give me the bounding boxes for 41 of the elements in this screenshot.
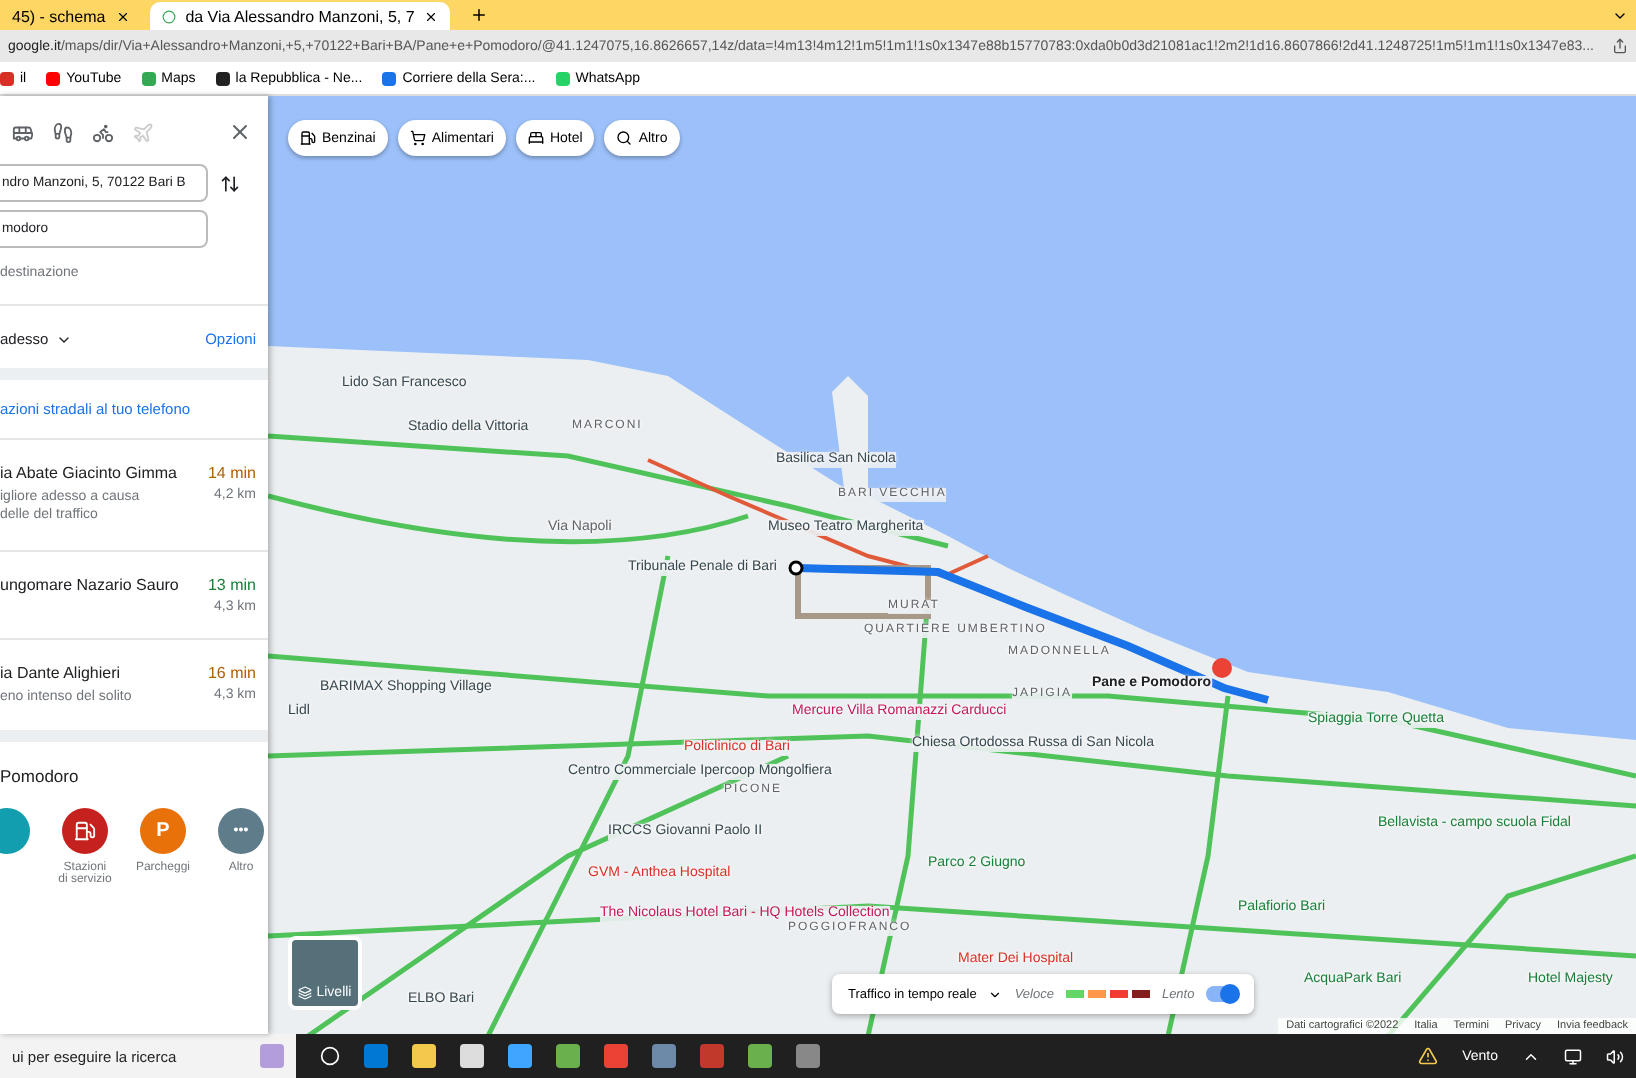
transit-icon[interactable]: [12, 121, 34, 143]
traffic-toggle[interactable]: [1206, 986, 1239, 1002]
close-icon[interactable]: [228, 120, 252, 144]
warning-icon: [1418, 1046, 1439, 1066]
chevron-down-icon[interactable]: [1612, 8, 1628, 24]
share-icon[interactable]: [1612, 38, 1628, 54]
layers-icon: [298, 986, 313, 1000]
route-time: 16 min: [207, 663, 256, 682]
close-icon[interactable]: [115, 9, 130, 23]
route-name[interactable]: ia Dante Alighieri: [0, 663, 121, 682]
bookmark-icon: [0, 71, 14, 85]
browser-tab[interactable]: da Via Alessandro Manzoni, 5, 7: [149, 2, 451, 30]
fuel-pump-icon: [73, 820, 96, 843]
monitor-icon[interactable]: [1564, 1047, 1582, 1065]
bookmark-icon: [46, 71, 61, 85]
parking-icon: P: [156, 820, 170, 843]
close-icon[interactable]: [424, 9, 439, 23]
traffic-scale-drawing: [1065, 990, 1150, 998]
nearby-title: Pomodoro: [0, 766, 81, 787]
route-time: 13 min: [207, 575, 256, 594]
walking-icon[interactable]: [52, 121, 74, 143]
browser-tab[interactable]: 45) - schema: [0, 2, 142, 30]
new-tab-icon[interactable]: [470, 6, 489, 24]
bookmark-icon: [215, 71, 230, 85]
route-time: 14 min: [207, 464, 256, 482]
route-name[interactable]: ungomare Nazario Sauro: [0, 575, 179, 594]
circle-icon[interactable]: [320, 1046, 340, 1066]
search-art-icon: [260, 1044, 284, 1068]
category-button[interactable]: [61, 808, 108, 855]
cart-icon: [409, 130, 426, 146]
bookmark-icon: [382, 71, 397, 85]
search-icon: [616, 130, 633, 146]
bed-icon: [527, 130, 544, 146]
route-name[interactable]: ia Abate Giacinto Gimma: [0, 464, 177, 482]
fuel-pump-icon: [300, 130, 316, 146]
speaker-icon[interactable]: [1606, 1047, 1624, 1065]
bicycle-icon[interactable]: [92, 121, 114, 143]
swap-icon[interactable]: [220, 173, 240, 193]
bookmark-icon: [555, 71, 570, 85]
bookmark-icon: [141, 71, 156, 85]
caret-icon[interactable]: [988, 987, 1003, 1001]
